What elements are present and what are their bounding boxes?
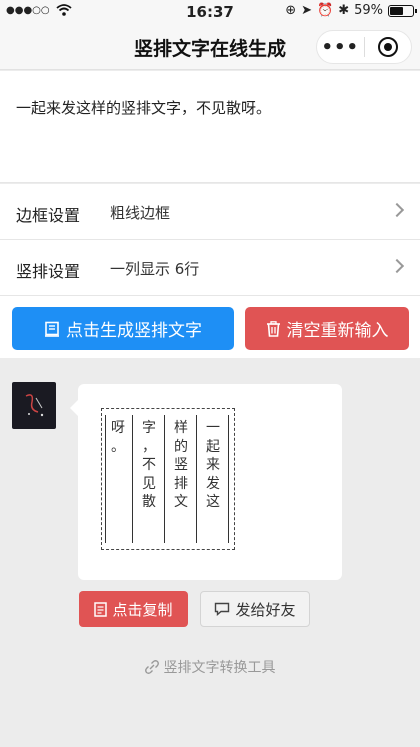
- avatar: [12, 382, 56, 429]
- orientation-lock-icon: ⊕: [285, 3, 297, 18]
- column-divider: [164, 415, 165, 543]
- generate-button-label: 点击生成竖排文字: [66, 321, 202, 341]
- more-menu-button[interactable]: •••: [317, 37, 364, 58]
- footer: 竖排文字转换工具: [0, 657, 420, 677]
- copy-button[interactable]: 点击复制: [79, 591, 188, 627]
- generate-button[interactable]: 点击生成竖排文字: [12, 307, 234, 350]
- input-text[interactable]: 一起来发这样的竖排文字，不见散呀。: [16, 97, 271, 118]
- column-divider: [132, 415, 133, 543]
- vertical-column-2: 字，不见散: [142, 420, 156, 511]
- copy-button-label: 点击复制: [112, 600, 173, 619]
- battery-icon: [388, 4, 417, 17]
- column-divider: [228, 415, 229, 543]
- status-bar: ●●●○○ 16:37 ⊕ ➤ ⏰ ✱ 59%: [0, 0, 420, 24]
- vertical-text-grid: 呀。 字，不见散 样的竖排文 一起来发这: [101, 408, 235, 550]
- share-button-label: 发给好友: [235, 600, 296, 619]
- setting-label-vertical: 竖排设置: [16, 262, 81, 281]
- vertical-column-1: 呀。: [111, 420, 125, 455]
- share-button[interactable]: 发给好友: [200, 591, 310, 627]
- bluetooth-icon: ✱: [338, 3, 350, 18]
- column-divider: [105, 415, 106, 543]
- navigation-bar: 竖排文字在线生成 •••: [0, 24, 420, 70]
- target-icon: [377, 37, 398, 57]
- text-input-area[interactable]: 一起来发这样的竖排文字，不见散呀。: [0, 71, 420, 183]
- trash-icon: [266, 320, 280, 337]
- link-icon: [144, 660, 159, 674]
- vertical-column-3: 样的竖排文: [174, 420, 188, 511]
- status-indicators: ⊕ ➤ ⏰ ✱ 59%: [285, 3, 417, 18]
- setting-row-border[interactable]: 边框设置 粗线边框: [0, 184, 420, 240]
- document-icon: [94, 601, 108, 617]
- footer-text: 竖排文字转换工具: [163, 660, 276, 676]
- close-mini-program-button[interactable]: [364, 37, 411, 57]
- chat-bubble-icon: [215, 602, 230, 616]
- bubble-arrow: [70, 400, 78, 416]
- mini-program-capsule: •••: [316, 30, 412, 64]
- setting-row-vertical[interactable]: 竖排设置 一列显示 6行: [0, 240, 420, 296]
- clear-button[interactable]: 清空重新输入: [245, 307, 409, 350]
- setting-label-border: 边框设置: [16, 206, 81, 225]
- setting-value-vertical: 一列显示 6行: [110, 260, 200, 278]
- location-icon: ➤: [301, 3, 312, 18]
- chevron-right-icon: [389, 258, 405, 274]
- column-divider: [196, 415, 197, 543]
- notebook-icon: [45, 321, 59, 337]
- battery-percent: 59%: [354, 3, 383, 18]
- vertical-column-4: 一起来发这: [206, 420, 220, 511]
- setting-value-border: 粗线边框: [110, 204, 171, 222]
- alarm-icon: ⏰: [317, 3, 334, 18]
- clear-button-label: 清空重新输入: [286, 321, 389, 341]
- chevron-right-icon: [389, 202, 405, 218]
- action-bar: 点击生成竖排文字 清空重新输入: [0, 296, 420, 358]
